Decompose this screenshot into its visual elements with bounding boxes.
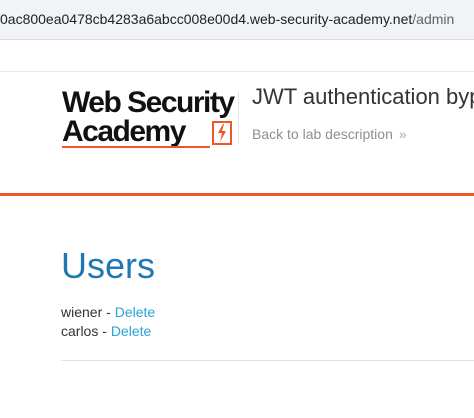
logo-line-2: Academy: [62, 115, 186, 148]
double-chevron-right-icon: »: [398, 126, 407, 142]
url-path: /admin: [412, 11, 455, 27]
content-divider: [61, 360, 474, 361]
logo-underline: [62, 146, 210, 148]
url-text[interactable]: 0ac800ea0478cb4283a6abcc008e00d4.web-sec…: [0, 11, 454, 27]
delete-user-link[interactable]: Delete: [115, 304, 155, 320]
user-row: carlos - Delete: [61, 323, 151, 339]
back-to-lab-description-link[interactable]: Back to lab description »: [252, 126, 407, 142]
lightning-bolt-icon: [212, 121, 232, 145]
user-separator: -: [98, 323, 111, 339]
url-host: 0ac800ea0478cb4283a6abcc008e00d4.web-sec…: [0, 11, 413, 27]
address-bar[interactable]: 0ac800ea0478cb4283a6abcc008e00d4.web-sec…: [0, 0, 474, 40]
user-row: wiener - Delete: [61, 304, 155, 320]
logo-line-1: Web Security: [62, 86, 235, 119]
user-separator: -: [102, 304, 115, 320]
lab-title: JWT authentication bypa: [252, 84, 474, 109]
user-name: wiener: [61, 304, 103, 320]
academy-logo[interactable]: Web Security Academy: [62, 88, 237, 152]
user-name: carlos: [61, 323, 99, 339]
delete-user-link[interactable]: Delete: [111, 323, 151, 339]
page-title: Users: [61, 245, 156, 286]
back-link-label: Back to lab description: [252, 126, 393, 142]
header-divider: [238, 92, 239, 144]
